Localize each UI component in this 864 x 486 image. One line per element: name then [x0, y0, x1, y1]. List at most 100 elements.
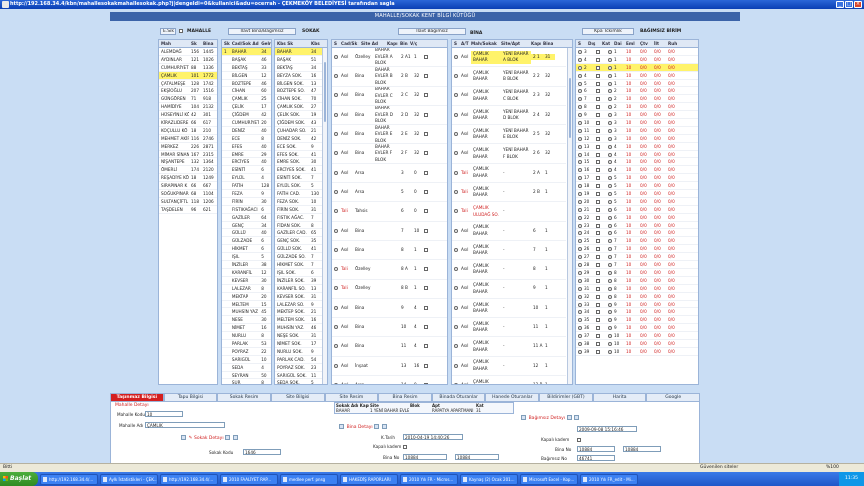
row-radio[interactable]: [452, 324, 459, 331]
row-checkbox[interactable]: [596, 334, 600, 339]
table-row[interactable]: 36 9 10 0/0 0/0 0/0: [576, 324, 698, 333]
row-checkbox-cell[interactable]: [594, 222, 606, 229]
row-radio[interactable]: [332, 112, 339, 119]
table-row[interactable]: 25 7 10 0/0 0/0 0/0: [576, 237, 698, 246]
row-checkbox-cell[interactable]: [594, 229, 606, 236]
row-radio[interactable]: [452, 112, 459, 119]
row-checkbox-cell[interactable]: [422, 92, 430, 99]
list-item[interactable]: ECE SOK. 9: [275, 143, 327, 151]
row-checkbox[interactable]: [596, 160, 600, 165]
row-checkbox[interactable]: [596, 326, 600, 331]
radio-button[interactable]: [334, 228, 338, 233]
column-header[interactable]: Bina: [398, 40, 408, 47]
tab-9[interactable]: Harita: [592, 393, 647, 401]
column-header[interactable]: S: [576, 40, 586, 47]
list-item[interactable]: İNZİLER 38: [222, 261, 271, 269]
radio-button[interactable]: [454, 286, 458, 291]
taskbar-item[interactable]: 2010 Yılı FR_edit - Mi...: [580, 473, 638, 485]
list-item[interactable]: NİMET 16: [222, 324, 271, 333]
row-checkbox[interactable]: [596, 168, 600, 173]
row-checkbox[interactable]: [424, 112, 428, 117]
radio-button[interactable]: [334, 325, 338, 330]
bagimsiz-edit-icon[interactable]: [566, 415, 572, 420]
table-row[interactable]: 30 8 10 0/0 0/0 0/0: [576, 277, 698, 285]
row-radio[interactable]: [332, 208, 339, 215]
list-item[interactable]: BEKTAŞ 33: [222, 64, 271, 72]
row-checkbox[interactable]: [424, 132, 428, 137]
list-item[interactable]: FATİH 128: [222, 182, 271, 191]
table-row[interactable]: Asıl Bina 8 1: [332, 241, 447, 261]
list-item[interactable]: NİŞANTEPE 132 1364: [159, 158, 217, 167]
table-row[interactable]: Asıl Arsa 14 0: [332, 376, 447, 384]
row-checkbox-cell[interactable]: [594, 214, 606, 221]
row-checkbox[interactable]: [424, 54, 428, 59]
row-radio[interactable]: [452, 343, 459, 350]
tab-8[interactable]: Bildirimler (GBT): [539, 393, 593, 401]
list-item[interactable]: FATİH CAD. 130: [275, 190, 327, 198]
list-item[interactable]: GÜLZADE 6: [222, 237, 271, 246]
row-radio[interactable]: [332, 170, 339, 177]
list-item[interactable]: ÇELİK SOK. 19: [275, 111, 327, 120]
row-checkbox-cell[interactable]: [422, 285, 430, 292]
column-header[interactable]: Gelr: [259, 40, 271, 47]
table-row[interactable]: 4 1 10 0/0 0/0 0/0: [576, 56, 698, 64]
row-checkbox[interactable]: [424, 247, 428, 252]
kapali-checkbox[interactable]: [403, 445, 407, 449]
row-checkbox[interactable]: [596, 113, 600, 118]
add-bina-button[interactable]: Ilavt Bağımsız: [398, 28, 466, 35]
row-radio[interactable]: [452, 266, 459, 273]
table-row[interactable]: Asıl ÇAMLIK BAHAR - 11 A1: [452, 337, 566, 357]
row-checkbox-cell[interactable]: [422, 189, 430, 196]
list-item[interactable]: MELTEM SOK. 16: [275, 316, 327, 325]
table-row[interactable]: Tali Özelley 8 A 1: [332, 260, 447, 280]
row-checkbox-cell[interactable]: [594, 119, 606, 126]
list-item[interactable]: KEVSER SOK. 31: [275, 293, 327, 301]
list-item[interactable]: EKŞİOĞLU 207 1516: [159, 87, 217, 96]
row-checkbox-cell[interactable]: [594, 127, 606, 134]
radio-button[interactable]: [454, 132, 458, 137]
row-checkbox-cell[interactable]: [594, 87, 606, 94]
list-item[interactable]: BOZTEPE SO. 47: [275, 87, 327, 96]
row-checkbox-cell[interactable]: [594, 151, 606, 158]
row-checkbox-cell[interactable]: [594, 158, 606, 165]
table-row[interactable]: Tali Tahsis 6 0: [332, 202, 447, 222]
column-header[interactable]: Bina: [541, 40, 553, 47]
table-row[interactable]: 24 6 10 0/0 0/0 0/0: [576, 229, 698, 238]
row-radio[interactable]: [332, 324, 339, 331]
list-item[interactable]: CİHAN SOK. 70: [275, 95, 327, 104]
list-item[interactable]: PARLAK 53: [222, 340, 271, 348]
list-item[interactable]: DENİZ SOK. 42: [275, 135, 327, 143]
taskbar-item[interactable]: Kaynaş (2) Ocak 201...: [460, 473, 518, 485]
row-radio[interactable]: [332, 305, 339, 312]
radio-button[interactable]: [454, 247, 458, 252]
row-radio[interactable]: [452, 363, 459, 370]
close-icon[interactable]: ×: [854, 1, 862, 8]
bina-edit-icon[interactable]: [374, 424, 380, 429]
row-radio[interactable]: [452, 208, 459, 215]
list-item[interactable]: HÜSEYİNLİ KÖ 42 301: [159, 111, 217, 120]
row-radio[interactable]: [452, 247, 459, 254]
table-row[interactable]: 7 2 10 0/0 0/0 0/0: [576, 95, 698, 104]
list-item[interactable]: CİHAN 60: [222, 87, 271, 96]
row-checkbox[interactable]: [596, 286, 600, 291]
row-checkbox[interactable]: [596, 128, 600, 133]
taskbar-item[interactable]: HAKEDİŞ RAPORLARI: [340, 473, 398, 485]
bina-delete-icon[interactable]: [381, 424, 387, 429]
row-radio[interactable]: [452, 73, 459, 80]
list-item[interactable]: FİRİN 30: [222, 198, 271, 206]
row-checkbox[interactable]: [596, 192, 600, 197]
column-header[interactable]: Kbs Sk: [275, 40, 309, 47]
table-row[interactable]: Asıl ÇAMLIK BAHAR YENİ BAHAR F BLOK 2 6 32: [452, 144, 566, 164]
list-item[interactable]: BOZTEPE 46: [222, 80, 271, 88]
column-header[interactable]: Kbs: [309, 40, 323, 47]
column-header[interactable]: S: [452, 40, 459, 47]
column-header[interactable]: Eml: [624, 40, 638, 47]
table-row[interactable]: Asıl Arsa 3 0: [332, 164, 447, 184]
list-item[interactable]: BAŞAK 51: [275, 56, 327, 64]
radio-button[interactable]: [454, 74, 458, 79]
table-row[interactable]: 9 3 10 0/0 0/0 0/0: [576, 111, 698, 120]
column-header[interactable]: İlt: [652, 40, 666, 47]
row-checkbox-cell[interactable]: [594, 198, 606, 205]
list-item[interactable]: ALEMDAĞ 156 1445: [159, 48, 217, 56]
list-item[interactable]: MEHMET AKİF 116 2746: [159, 135, 217, 143]
